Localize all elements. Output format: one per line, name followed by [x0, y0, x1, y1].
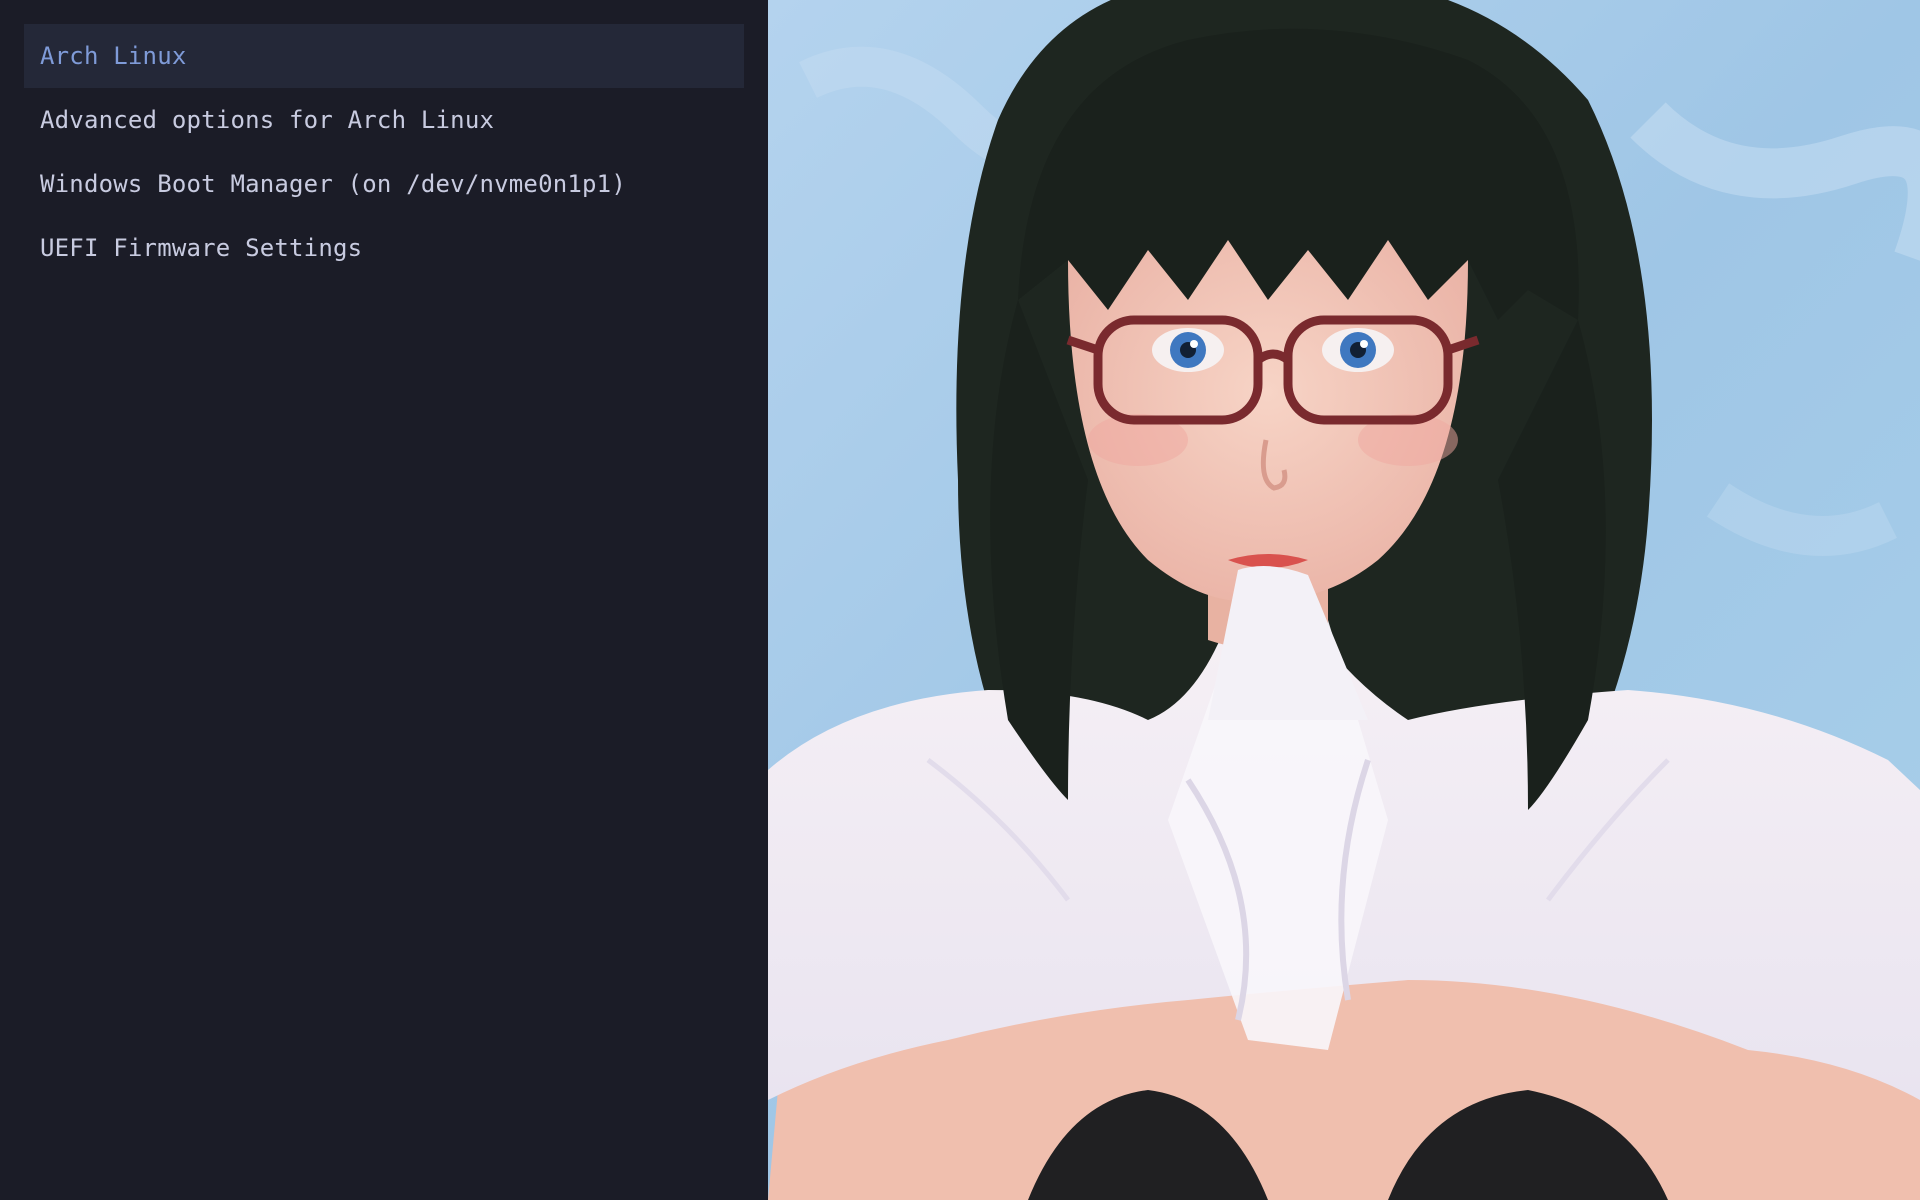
boot-entry-windows-boot-manager[interactable]: Windows Boot Manager (on /dev/nvme0n1p1)	[24, 152, 744, 216]
boot-screen: Arch Linux Advanced options for Arch Lin…	[0, 0, 1920, 1200]
boot-entry-label: UEFI Firmware Settings	[40, 234, 363, 262]
boot-entry-label: Arch Linux	[40, 42, 187, 70]
boot-entry-arch-linux[interactable]: Arch Linux	[24, 24, 744, 88]
boot-entry-label: Advanced options for Arch Linux	[40, 106, 495, 134]
boot-entry-uefi-firmware-settings[interactable]: UEFI Firmware Settings	[24, 216, 744, 280]
background-artwork	[768, 0, 1920, 1200]
boot-menu: Arch Linux Advanced options for Arch Lin…	[0, 0, 768, 1200]
boot-entry-label: Windows Boot Manager (on /dev/nvme0n1p1)	[40, 170, 626, 198]
boot-entry-advanced-options[interactable]: Advanced options for Arch Linux	[24, 88, 744, 152]
artwork-illustration	[768, 0, 1920, 1200]
